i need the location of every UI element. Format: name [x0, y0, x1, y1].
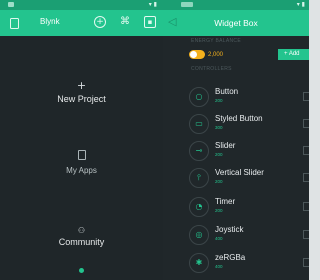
- widget-price: 200: [215, 208, 223, 213]
- signal-icon: ▾ ▮: [148, 1, 157, 8]
- info-icon[interactable]: [303, 119, 309, 128]
- notification-icon: [8, 2, 14, 7]
- widget-price: 200: [215, 98, 223, 103]
- energy-balance-label: ENERGY BALANCE: [191, 38, 241, 44]
- zergba-icon: ✱: [189, 253, 209, 273]
- widget-item-styled-button[interactable]: ▭ Styled Button 300: [189, 111, 309, 137]
- widget-item-slider[interactable]: ⊸ Slider 200: [189, 138, 309, 164]
- community-button[interactable]: ⚇ Community: [0, 226, 163, 247]
- info-icon[interactable]: [303, 173, 309, 182]
- app-bar: ◁ Widget Box: [163, 10, 309, 36]
- widget-item-vertical-slider[interactable]: ⫯ Vertical Slider 200: [189, 165, 309, 191]
- status-bar: ▾ ▮: [163, 0, 309, 10]
- community-label: Community: [58, 237, 105, 247]
- notification-icon: [181, 2, 193, 7]
- timer-icon: ◔: [189, 197, 209, 217]
- widget-price: 300: [215, 125, 223, 130]
- apps-icon: [77, 150, 86, 160]
- widget-item-timer[interactable]: ◔ Timer 200: [189, 194, 309, 220]
- energy-icon: [189, 50, 205, 59]
- widget-box-screen: ▾ ▮ ◁ Widget Box ENERGY BALANCE 2,000 + …: [163, 0, 309, 280]
- info-icon[interactable]: [303, 146, 309, 155]
- info-icon[interactable]: [303, 202, 309, 211]
- widget-name: Joystick: [215, 225, 244, 234]
- widget-name: Vertical Slider: [215, 168, 264, 177]
- status-bar: ▾ ▮: [0, 0, 163, 10]
- menu-icon[interactable]: [10, 18, 19, 29]
- joystick-icon: ◎: [189, 225, 209, 245]
- widget-name: zeRGBa: [215, 253, 246, 262]
- projects-screen: ▾ ▮ Blynk + ⌘ ▪ + New Project My Apps ⚇ …: [0, 0, 163, 280]
- signal-icon: ▾ ▮: [296, 1, 305, 8]
- info-icon[interactable]: [303, 92, 309, 101]
- my-apps-label: My Apps: [66, 166, 97, 175]
- add-project-icon[interactable]: +: [94, 16, 106, 28]
- widget-item-zergba[interactable]: ✱ zeRGBa 400: [189, 250, 309, 276]
- plus-icon: +: [76, 79, 87, 92]
- widget-item-button[interactable]: ○ Button 200: [189, 84, 309, 110]
- page-title: Widget Box: [214, 18, 258, 28]
- my-apps-button[interactable]: My Apps: [0, 150, 163, 175]
- widget-item-joystick[interactable]: ◎ Joystick 400: [189, 222, 309, 248]
- widget-name: Slider: [215, 141, 236, 150]
- info-icon[interactable]: [303, 258, 309, 267]
- widget-price: 200: [215, 179, 223, 184]
- new-project-label: New Project: [57, 94, 106, 104]
- nodes-icon[interactable]: ⌘: [119, 16, 131, 28]
- box-icon[interactable]: ▪: [144, 16, 156, 28]
- widget-name: Styled Button: [215, 114, 263, 123]
- slider-icon: ⊸: [189, 141, 209, 161]
- app-title: Blynk: [40, 17, 60, 26]
- app-bar: Blynk + ⌘ ▪: [0, 10, 163, 36]
- styled-button-icon: ▭: [189, 114, 209, 134]
- new-project-button[interactable]: + New Project: [0, 80, 163, 104]
- add-energy-button[interactable]: + Add: [278, 49, 309, 60]
- widget-price: 200: [215, 152, 223, 157]
- info-icon[interactable]: [303, 230, 309, 239]
- widget-name: Timer: [215, 197, 236, 206]
- widget-price: 400: [215, 236, 223, 241]
- section-label: CONTROLLERS: [191, 66, 232, 72]
- community-icon: ⚇: [77, 226, 86, 235]
- widget-name: Button: [215, 87, 239, 96]
- page-indicator: [79, 268, 84, 273]
- energy-balance-value: 2,000: [208, 52, 224, 58]
- button-icon: ○: [189, 87, 209, 107]
- widget-price: 400: [215, 264, 223, 269]
- vertical-slider-icon: ⫯: [189, 168, 209, 188]
